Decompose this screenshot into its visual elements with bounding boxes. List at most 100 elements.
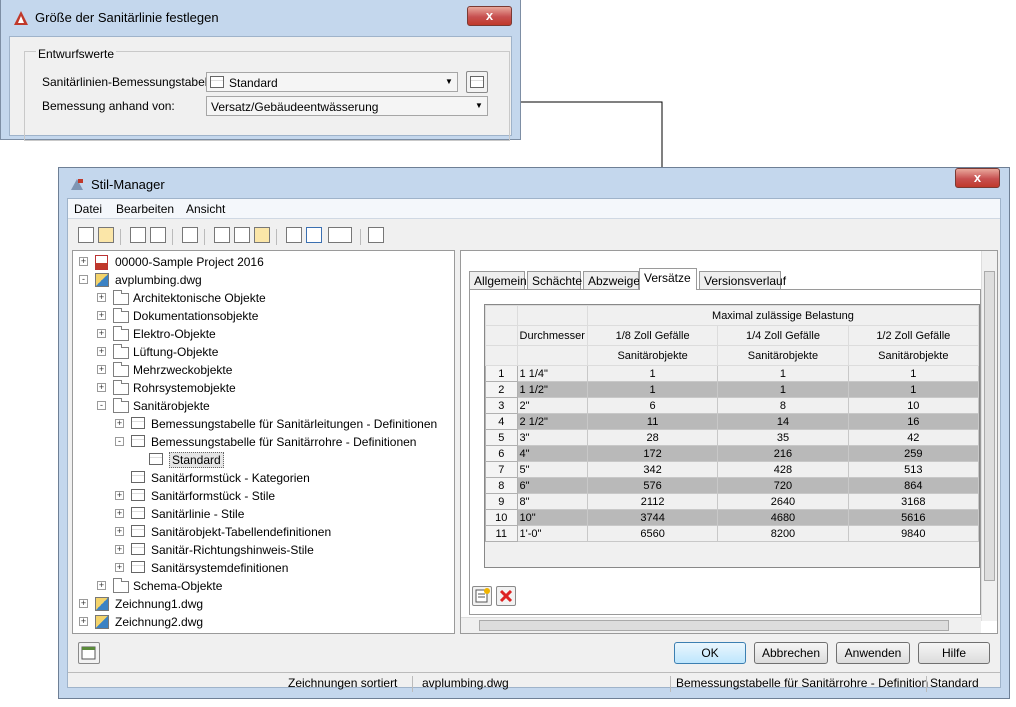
- tree-item[interactable]: + Sanitärsystemdefinitionen: [73, 559, 453, 577]
- expand-icon[interactable]: +: [115, 419, 124, 428]
- table-cell[interactable]: 3168: [847, 493, 980, 510]
- table-cell[interactable]: 1'-0": [516, 525, 588, 542]
- table-cell[interactable]: 3": [516, 429, 588, 446]
- table-cell[interactable]: 720: [717, 477, 849, 494]
- table-cell[interactable]: 864: [847, 477, 980, 494]
- expand-icon[interactable]: +: [97, 347, 106, 356]
- tab-version-history[interactable]: Versionsverlauf: [699, 271, 786, 289]
- table-cell[interactable]: 35: [717, 429, 849, 446]
- copy-icon[interactable]: [130, 227, 146, 243]
- table-row[interactable]: 10 10" 3744 4680 5616: [485, 509, 980, 526]
- table-cell[interactable]: 10: [847, 397, 980, 414]
- horizontal-scrollbar[interactable]: [461, 617, 981, 633]
- apply-button[interactable]: Anwenden: [836, 642, 910, 664]
- new-style-icon[interactable]: [214, 227, 230, 243]
- edit-table-button[interactable]: [466, 71, 488, 93]
- tree-item[interactable]: + Zeichnung1.dwg: [73, 595, 453, 613]
- tree-item[interactable]: +00000-Sample Project 2016: [73, 253, 453, 271]
- table-cell[interactable]: 172: [586, 445, 719, 462]
- table-cell[interactable]: 3744: [586, 509, 719, 526]
- tab-general[interactable]: Allgemein: [469, 271, 527, 289]
- table-cell[interactable]: 16: [847, 413, 980, 430]
- tree-item[interactable]: + Sanitär-Richtungshinweis-Stile: [73, 541, 453, 559]
- open-folder-icon[interactable]: [98, 227, 114, 243]
- inline-edit-icon[interactable]: [368, 227, 384, 243]
- tree-item[interactable]: - avplumbing.dwg: [73, 271, 453, 289]
- tab-stacks[interactable]: Schächte: [527, 271, 582, 289]
- paste-icon[interactable]: [150, 227, 166, 243]
- sizing-basis-select[interactable]: Versatz/Gebäudeentwässerung ▼: [206, 96, 488, 116]
- sizing-table-select[interactable]: Standard ▼: [206, 72, 458, 92]
- table-row[interactable]: 7 5" 342 428 513: [485, 461, 980, 478]
- tree-item[interactable]: + Bemessungstabelle für Sanitärleitungen …: [73, 415, 453, 433]
- add-row-button[interactable]: [472, 586, 492, 606]
- table-cell[interactable]: 1: [586, 381, 719, 398]
- table-cell[interactable]: 216: [717, 445, 849, 462]
- sizing-table-grid[interactable]: Maximal zulässige Belastung Durchmesser 1…: [484, 304, 980, 568]
- collapse-icon[interactable]: -: [79, 275, 88, 284]
- close-button[interactable]: x: [467, 6, 512, 26]
- table-cell[interactable]: 1: [847, 381, 980, 398]
- table-row[interactable]: 42 1/2" 11 14 16: [485, 413, 980, 430]
- table-cell[interactable]: 9840: [847, 525, 980, 542]
- tree-item[interactable]: + Sanitärformstück - Stile: [73, 487, 453, 505]
- table-cell[interactable]: 6": [516, 477, 588, 494]
- menu-edit[interactable]: Bearbeiten: [116, 202, 174, 216]
- tree-item[interactable]: + Architektonische Objekte: [73, 289, 453, 307]
- collapse-icon[interactable]: -: [97, 401, 106, 410]
- tree-item[interactable]: + Sanitärobjekt-Tabellendefinitionen: [73, 523, 453, 541]
- table-cell[interactable]: 42: [847, 429, 980, 446]
- collapse-icon[interactable]: -: [115, 437, 124, 446]
- table-row[interactable]: 11 1'-0" 6560 8200 9840: [485, 525, 980, 542]
- tab-offsets[interactable]: Versätze: [639, 268, 697, 290]
- expand-icon[interactable]: +: [97, 293, 106, 302]
- expand-icon[interactable]: +: [79, 599, 88, 608]
- table-cell[interactable]: 342: [586, 461, 719, 478]
- table-cell[interactable]: 428: [717, 461, 849, 478]
- tree-item[interactable]: - Bemessungstabelle für Sanitärrohre - De…: [73, 433, 453, 451]
- table-row[interactable]: 21 1/2" 1 1 1: [485, 381, 980, 398]
- table-cell[interactable]: 1 1/2": [516, 381, 588, 398]
- table-cell[interactable]: 4": [516, 445, 588, 462]
- tree-item[interactable]: + Sanitärlinie - Stile: [73, 505, 453, 523]
- table-cell[interactable]: 5616: [847, 509, 980, 526]
- table-cell[interactable]: 11: [586, 413, 719, 430]
- tree-item[interactable]: + Elektro-Objekte: [73, 325, 453, 343]
- tab-branches[interactable]: Abzweige: [583, 271, 640, 289]
- expand-icon[interactable]: +: [97, 581, 106, 590]
- table-cell[interactable]: 576: [586, 477, 719, 494]
- set-from-icon[interactable]: [234, 227, 250, 243]
- table-cell[interactable]: 1 1/4": [516, 365, 588, 382]
- tree-item[interactable]: + Mehrzweckobjekte: [73, 361, 453, 379]
- expand-icon[interactable]: +: [115, 563, 124, 572]
- close-button[interactable]: x: [955, 168, 1000, 188]
- ok-button[interactable]: OK: [674, 642, 746, 664]
- table-cell[interactable]: 513: [847, 461, 980, 478]
- table-cell[interactable]: 5": [516, 461, 588, 478]
- toggle-view-icon[interactable]: [286, 227, 302, 243]
- expand-icon[interactable]: +: [97, 365, 106, 374]
- table-row[interactable]: 3 2" 6 8 10: [485, 397, 980, 414]
- menu-view[interactable]: Ansicht: [186, 202, 225, 216]
- table-cell[interactable]: 8": [516, 493, 588, 510]
- table-cell[interactable]: 2 1/2": [516, 413, 588, 430]
- expand-icon[interactable]: +: [115, 527, 124, 536]
- table-cell[interactable]: 4680: [717, 509, 849, 526]
- tree-item[interactable]: + Dokumentationsobjekte: [73, 307, 453, 325]
- expand-icon[interactable]: +: [97, 329, 106, 338]
- filter-icon[interactable]: [306, 227, 322, 243]
- edit-style-icon[interactable]: [254, 227, 270, 243]
- style-tree[interactable]: +00000-Sample Project 2016 - avplumbing.dw…: [72, 250, 455, 634]
- purge-icon[interactable]: [182, 227, 198, 243]
- toggle-tree-button[interactable]: [78, 642, 100, 664]
- table-cell[interactable]: 1: [717, 365, 849, 382]
- table-row[interactable]: 6 4" 172 216 259: [485, 445, 980, 462]
- tree-item[interactable]: - Sanitärobjekte: [73, 397, 453, 415]
- expand-icon[interactable]: +: [115, 491, 124, 500]
- table-cell[interactable]: 2112: [586, 493, 719, 510]
- expand-icon[interactable]: +: [115, 545, 124, 554]
- table-cell[interactable]: 1: [586, 365, 719, 382]
- new-icon[interactable]: [78, 227, 94, 243]
- scroll-thumb[interactable]: [984, 271, 995, 581]
- tree-item[interactable]: + Schema-Objekte: [73, 577, 453, 595]
